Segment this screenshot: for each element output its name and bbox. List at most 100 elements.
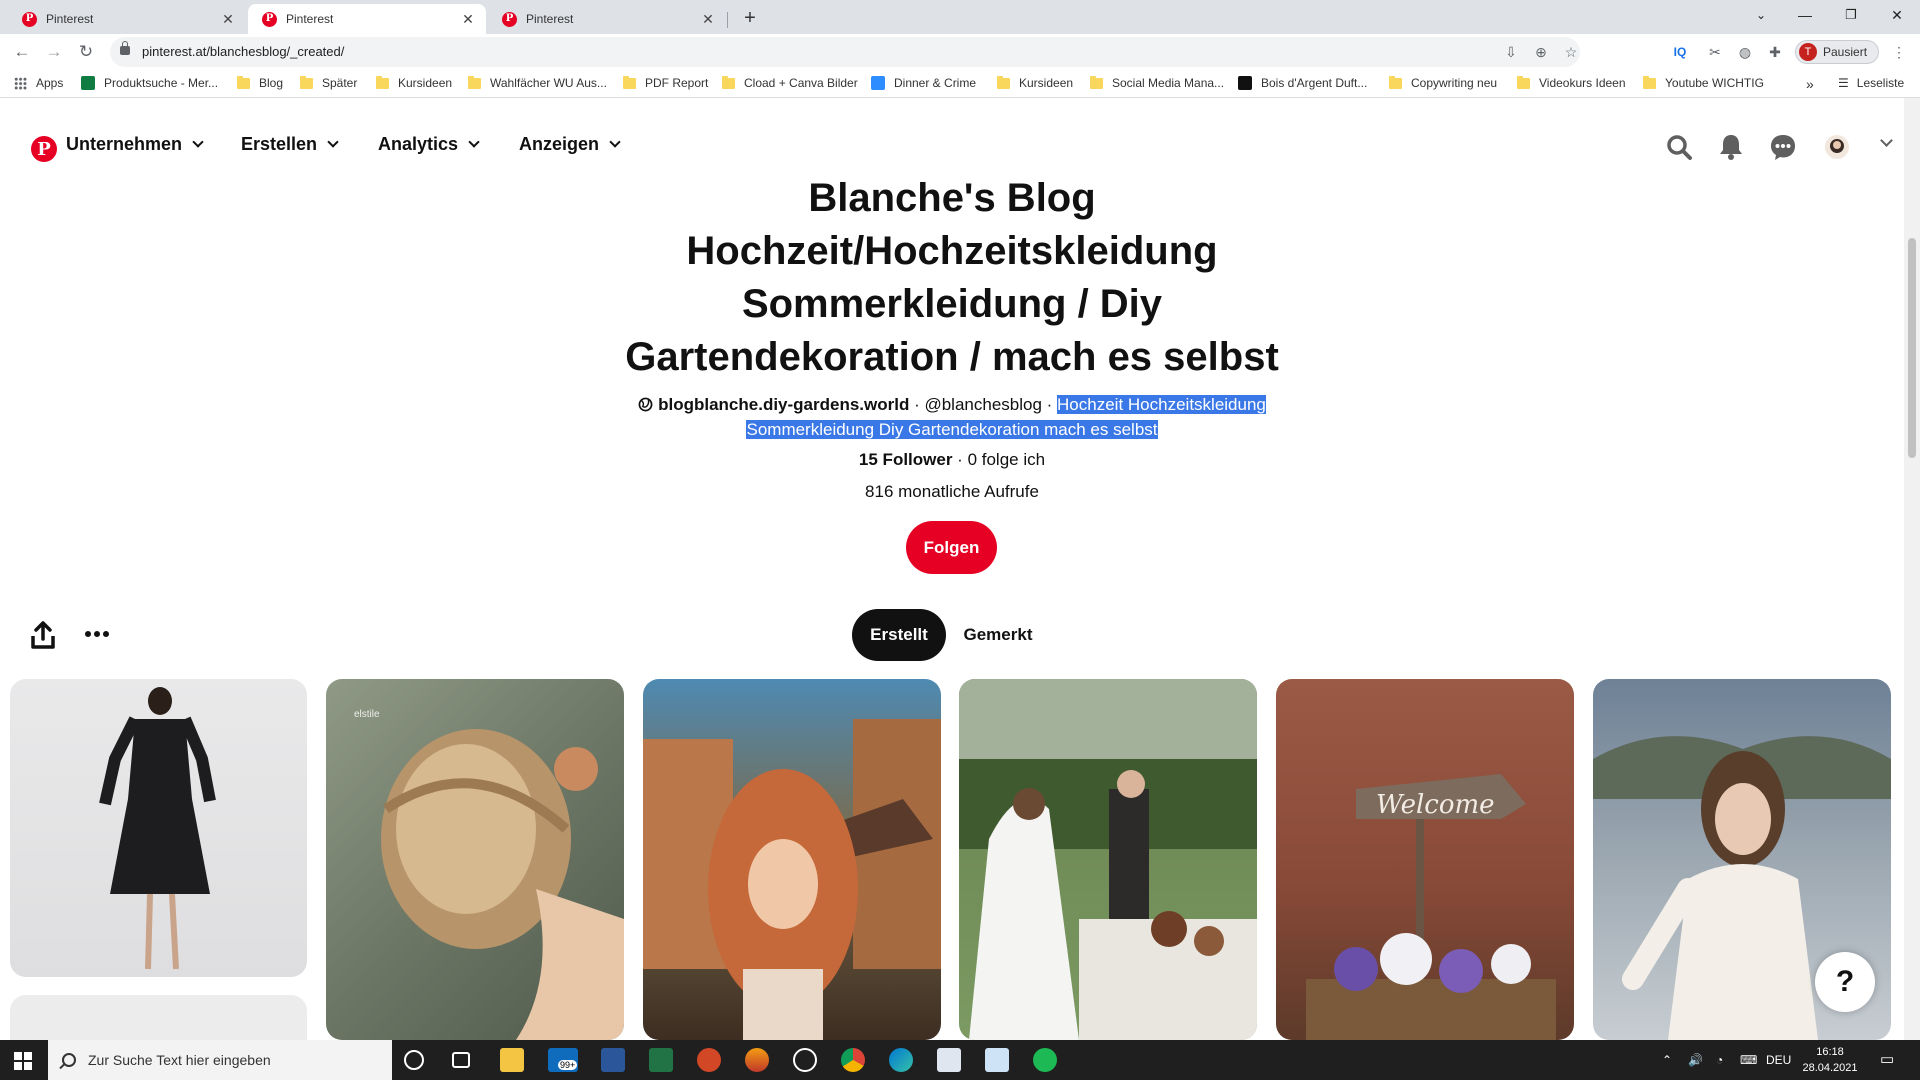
windows-taskbar: Zur Suche Text hier eingeben 99+ ⌃ 🔊 ◔ ⌨…: [0, 1040, 1920, 1080]
reload-button[interactable]: ↻: [73, 40, 99, 64]
spotify-icon[interactable]: [1033, 1048, 1057, 1072]
excel-icon[interactable]: [649, 1048, 673, 1072]
language-indicator[interactable]: DEU: [1766, 1040, 1791, 1080]
taskbar-search[interactable]: Zur Suche Text hier eingeben: [48, 1040, 392, 1080]
pin-watermark: elstile: [354, 709, 380, 720]
url-text[interactable]: pinterest.at/blanchesblog/_created/: [142, 44, 344, 59]
bookmark-item[interactable]: Wahlfächer WU Aus...: [468, 75, 607, 90]
bookmark-item[interactable]: Youtube WICHTIG: [1643, 75, 1764, 90]
bookmark-item[interactable]: Kursideen: [376, 75, 452, 90]
page-scrollbar[interactable]: [1904, 98, 1920, 1040]
mail-icon[interactable]: 99+: [548, 1048, 578, 1072]
file-explorer-icon[interactable]: [500, 1048, 524, 1072]
close-tab-icon[interactable]: ✕: [700, 11, 716, 28]
search-icon: [62, 1053, 76, 1067]
bookmark-item[interactable]: Copywriting neu: [1389, 75, 1497, 90]
puzzle-icon[interactable]: ✚: [1766, 43, 1784, 61]
close-window-button[interactable]: ✕: [1874, 0, 1920, 30]
pin-image: Welcome: [1306, 774, 1556, 1040]
app-icon[interactable]: [793, 1048, 817, 1072]
account-chevron-down-icon[interactable]: [1880, 134, 1893, 147]
bell-icon[interactable]: [1716, 132, 1746, 162]
restore-button[interactable]: ❐: [1828, 0, 1874, 30]
pin-card[interactable]: [10, 679, 307, 977]
bookmark-item[interactable]: PDF Report: [623, 75, 708, 90]
install-icon[interactable]: ⇩: [1502, 43, 1520, 61]
pin-card[interactable]: [643, 679, 941, 1040]
bookmark-star-icon[interactable]: ☆: [1562, 43, 1580, 61]
bookmark-item[interactable]: Cload + Canva Bilder: [722, 75, 858, 90]
notifications-icon[interactable]: ▭: [1880, 1040, 1894, 1080]
chrome-icon[interactable]: [841, 1048, 865, 1072]
bookmarks-bar: Apps Produktsuche - Mer... Blog Später K…: [0, 70, 1920, 98]
bookmark-item[interactable]: Kursideen: [997, 75, 1073, 90]
search-icon[interactable]: [1664, 132, 1694, 162]
cortana-icon[interactable]: [404, 1050, 424, 1070]
bookmark-item[interactable]: Später: [300, 75, 357, 90]
messages-icon[interactable]: [1768, 132, 1798, 162]
more-options-icon[interactable]: [84, 630, 110, 638]
edge-icon[interactable]: [889, 1048, 913, 1072]
folder-icon: [1090, 75, 1103, 89]
browser-tab[interactable]: Pinterest ✕: [8, 4, 246, 34]
pinterest-logo-icon[interactable]: [31, 136, 57, 162]
bookmark-item[interactable]: Dinner & Crime: [871, 76, 976, 90]
task-view-icon[interactable]: [452, 1052, 470, 1068]
new-tab-button[interactable]: +: [738, 7, 762, 31]
nav-analytics[interactable]: Analytics: [378, 134, 480, 155]
tab-search-icon[interactable]: ⌄: [1738, 0, 1784, 30]
iq-extension-icon[interactable]: IQ: [1671, 43, 1689, 61]
site-icon: [81, 76, 95, 90]
bookmark-item[interactable]: Videokurs Ideen: [1517, 75, 1626, 90]
close-tab-icon[interactable]: ✕: [460, 11, 476, 28]
reading-list-button[interactable]: ☰ Leseliste: [1838, 76, 1904, 90]
word-icon[interactable]: [601, 1048, 625, 1072]
app-icon[interactable]: [985, 1048, 1009, 1072]
share-icon[interactable]: [30, 620, 56, 650]
follow-button[interactable]: Folgen: [906, 521, 997, 574]
bookmark-item[interactable]: Social Media Mana...: [1090, 75, 1224, 90]
extension-icon[interactable]: ✂: [1706, 43, 1724, 61]
windows-start-icon[interactable]: [14, 1052, 32, 1070]
address-bar[interactable]: pinterest.at/blanchesblog/_created/ ☆ ⊕ …: [110, 37, 1580, 67]
website-link[interactable]: blogblanche.diy-gardens.world: [658, 395, 909, 414]
close-tab-icon[interactable]: ✕: [220, 11, 236, 28]
volume-icon[interactable]: 🔊: [1688, 1040, 1703, 1080]
pin-card[interactable]: Welcome: [1276, 679, 1574, 1040]
nav-erstellen[interactable]: Erstellen: [241, 134, 339, 155]
nav-unternehmen[interactable]: Unternehmen: [66, 134, 204, 155]
forward-button[interactable]: →: [41, 40, 67, 64]
app-icon[interactable]: [745, 1048, 769, 1072]
bookmark-item[interactable]: Bois d'Argent Duft...: [1238, 76, 1367, 90]
menu-kebab-icon[interactable]: ⋮: [1890, 43, 1908, 61]
nav-anzeigen[interactable]: Anzeigen: [519, 134, 621, 155]
scrollbar-thumb[interactable]: [1908, 238, 1916, 458]
chevron-down-icon: [609, 136, 621, 148]
profile-button[interactable]: T Pausiert: [1795, 40, 1879, 64]
followers-count[interactable]: 15 Follower: [859, 450, 953, 469]
bookmark-apps[interactable]: Apps: [14, 76, 63, 90]
help-button[interactable]: ?: [1815, 952, 1875, 1012]
bookmark-item[interactable]: Blog: [237, 75, 283, 90]
tray-chevron-icon[interactable]: ⌃: [1662, 1040, 1672, 1080]
tab-gemerkt[interactable]: Gemerkt: [950, 609, 1046, 661]
app-icon[interactable]: [937, 1048, 961, 1072]
following-count[interactable]: 0 folge ich: [968, 450, 1046, 469]
profile-description-line2: Sommerkleidung Diy Gartendekoration mach…: [746, 420, 1158, 439]
browser-tab[interactable]: Pinterest ✕: [488, 4, 726, 34]
user-avatar-icon[interactable]: [1822, 132, 1852, 162]
tab-erstellt[interactable]: Erstellt: [852, 609, 946, 661]
pin-card[interactable]: [959, 679, 1257, 1040]
minimize-button[interactable]: —: [1782, 0, 1828, 30]
back-button[interactable]: ←: [9, 40, 35, 64]
wifi-icon[interactable]: ◔: [1716, 1040, 1723, 1080]
powerpoint-icon[interactable]: [697, 1048, 721, 1072]
bookmark-item[interactable]: Produktsuche - Mer...: [81, 76, 218, 90]
bookmarks-overflow-button[interactable]: »: [1806, 76, 1814, 92]
clock[interactable]: 16:18 28.04.2021: [1800, 1044, 1860, 1076]
pin-card[interactable]: elstile: [326, 679, 624, 1040]
zoom-icon[interactable]: ⊕: [1532, 43, 1550, 61]
browser-tab-active[interactable]: Pinterest ✕: [248, 4, 486, 34]
extension-icon[interactable]: ◍: [1736, 43, 1754, 61]
keyboard-icon[interactable]: ⌨: [1740, 1040, 1757, 1080]
